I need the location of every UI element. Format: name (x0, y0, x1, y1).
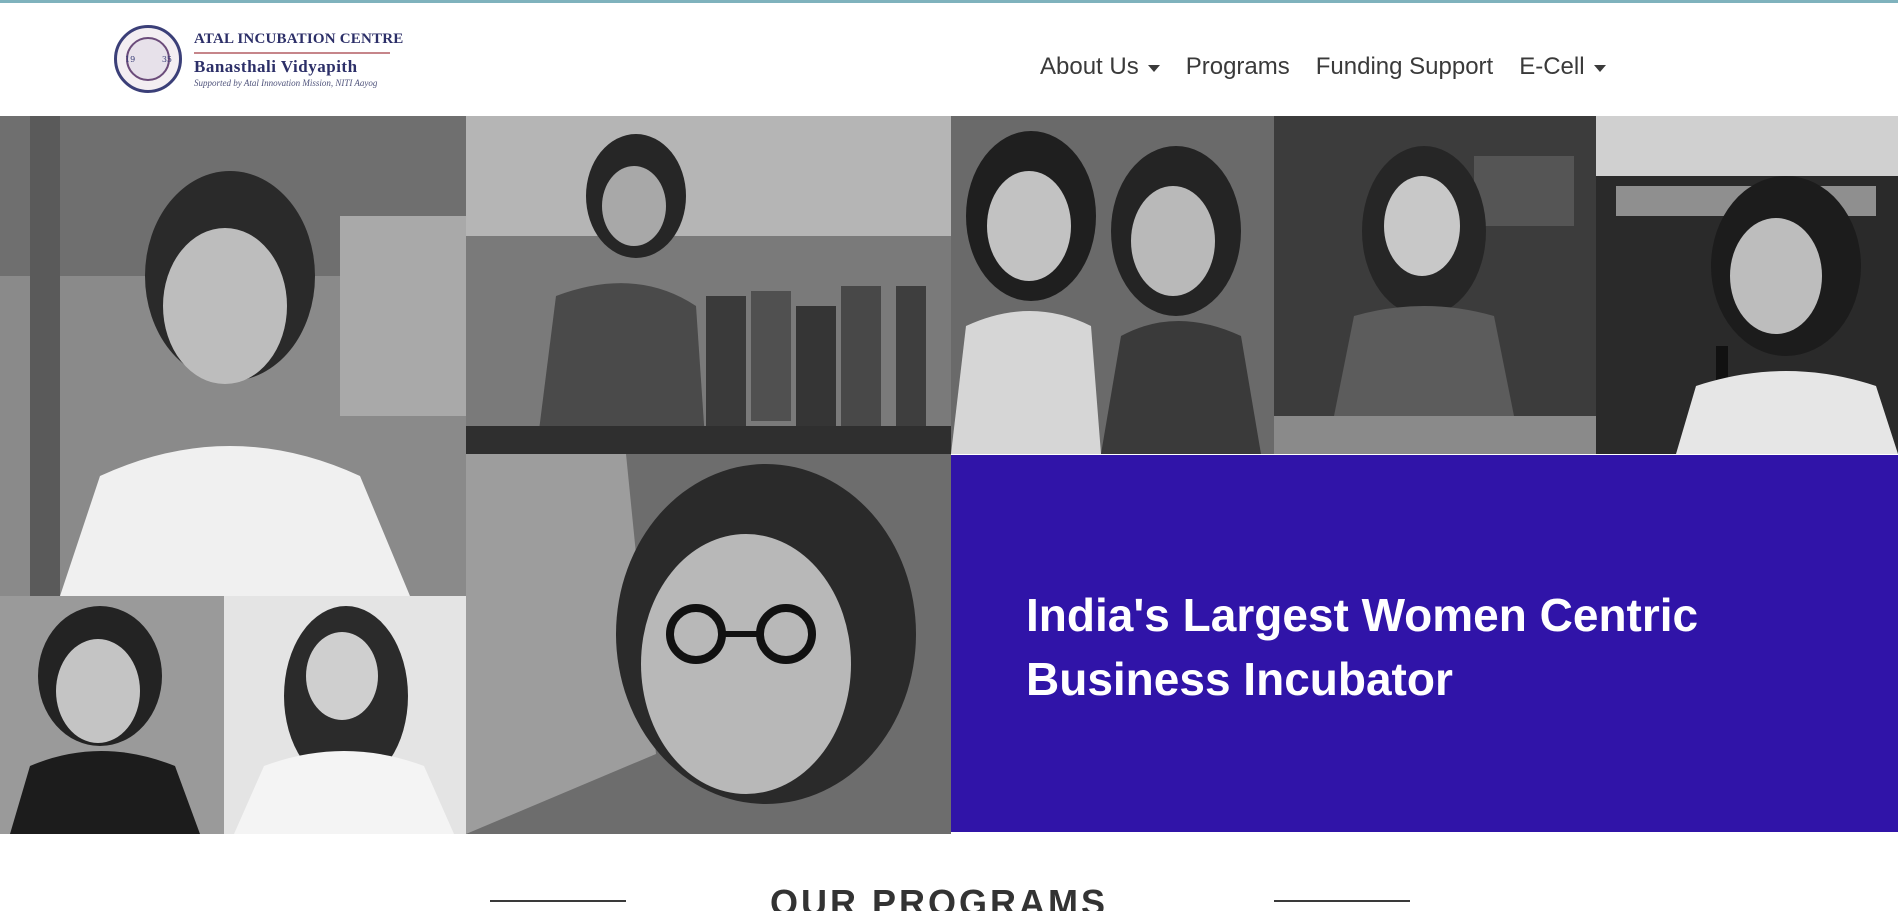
photo-portrait-5 (466, 454, 951, 834)
photo-portrait-1 (0, 116, 466, 596)
nav-programs-label: Programs (1185, 53, 1290, 80)
nav-programs[interactable]: Programs (1186, 53, 1290, 81)
main-nav: About Us Programs Funding Support E-Cell (1040, 53, 1632, 81)
photo-portrait-6 (951, 116, 1274, 454)
programs-divider-left (490, 900, 626, 902)
hero-banner: India's Largest Women Centric Business I… (951, 455, 1898, 832)
photo-portrait-4 (466, 116, 951, 454)
caret-down-icon (1593, 64, 1606, 72)
nav-e-cell[interactable]: E-Cell (1519, 53, 1606, 81)
seal-year-left: 19 (125, 55, 136, 64)
programs-section: OUR PROGRAMS (0, 868, 1898, 911)
logo-title: ATAL INCUBATION CENTRE (194, 30, 404, 47)
photo-portrait-8 (1596, 116, 1898, 454)
hero-headline: India's Largest Women Centric Business I… (1026, 589, 1699, 705)
nav-about-us-label: About Us (1040, 53, 1139, 80)
nav-funding-support-label: Funding Support (1315, 53, 1494, 80)
photo-portrait-2 (0, 596, 224, 834)
nav-funding-support[interactable]: Funding Support (1316, 53, 1493, 81)
seal-icon: 19 35 (114, 25, 182, 93)
site-header: 19 35 ATAL INCUBATION CENTRE Banasthali … (0, 3, 1898, 116)
logo-tagline: Supported by Atal Innovation Mission, NI… (194, 77, 378, 88)
programs-divider-right (1274, 900, 1410, 902)
photo-portrait-3 (224, 596, 466, 834)
seal-year-right: 35 (161, 55, 172, 64)
site-logo[interactable]: 19 35 ATAL INCUBATION CENTRE Banasthali … (114, 25, 403, 93)
programs-heading: OUR PROGRAMS (770, 882, 1109, 911)
nav-e-cell-label: E-Cell (1519, 53, 1585, 80)
photo-portrait-7 (1274, 116, 1596, 454)
caret-down-icon (1147, 64, 1160, 72)
nav-about-us[interactable]: About Us (1040, 53, 1160, 81)
logo-subtitle: Banasthali Vidyapith (194, 56, 358, 76)
logo-divider (194, 51, 390, 54)
